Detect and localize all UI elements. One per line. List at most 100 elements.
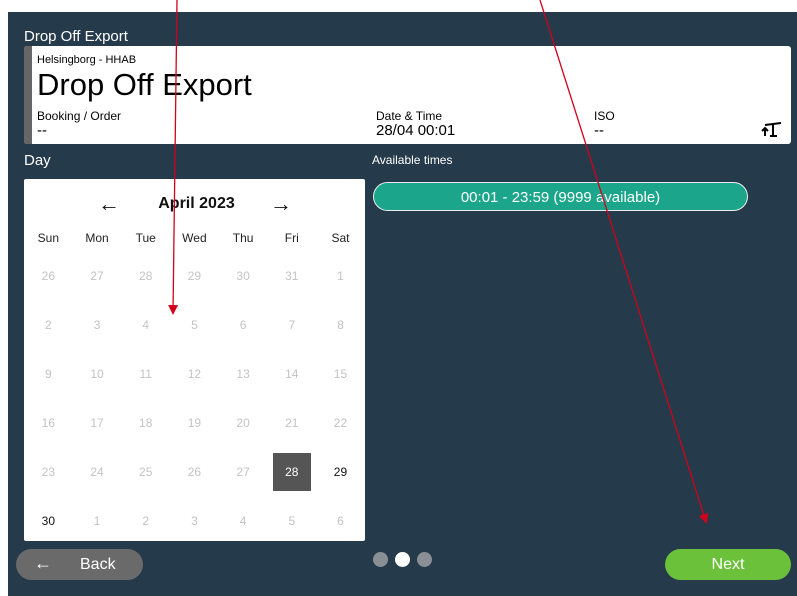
- next-button[interactable]: Next: [665, 549, 791, 580]
- calendar-day: 22: [316, 398, 365, 447]
- calendar-day-number: 25: [139, 464, 153, 479]
- calendar-day-number: 30: [236, 268, 250, 283]
- calendar-day-number: 26: [41, 268, 56, 283]
- next-month-button[interactable]: →: [266, 189, 296, 219]
- time-slot-button[interactable]: 00:01 - 23:59 (9999 available): [373, 182, 748, 211]
- calendar-day-number: 22: [333, 415, 348, 430]
- calendar-day-number: 4: [239, 513, 247, 528]
- available-times-label: Available times: [372, 153, 453, 167]
- calendar-day: 7: [267, 300, 316, 349]
- booking-label: Booking / Order: [37, 109, 122, 123]
- calendar-day[interactable]: 30: [24, 496, 73, 545]
- calendar-day-number: 15: [333, 366, 348, 381]
- booking-header-card: Helsingborg - HHAB Drop Off Export Booki…: [24, 46, 791, 144]
- calendar-day-number: 7: [288, 317, 296, 332]
- calendar-day: 17: [73, 398, 122, 447]
- page-title: Drop Off Export: [24, 28, 128, 45]
- calendar-day-number: 8: [337, 317, 344, 332]
- calendar-day-number: 19: [187, 415, 202, 430]
- calendar-day: 18: [121, 398, 170, 447]
- iso-field: ISO --: [594, 110, 615, 139]
- calendar-day-number: 12: [187, 366, 202, 381]
- booking-field: Booking / Order --: [37, 110, 121, 139]
- calendar-day[interactable]: 29: [316, 447, 365, 496]
- calendar-day-number: 14: [285, 366, 299, 381]
- calendar-day: 2: [121, 496, 170, 545]
- calendar-day: 5: [170, 300, 219, 349]
- step-dot-active: [395, 552, 410, 567]
- calendar-day-number: 13: [236, 366, 250, 381]
- calendar-day: 24: [73, 447, 122, 496]
- calendar-day: 12: [170, 349, 219, 398]
- calendar-day: 30: [219, 251, 268, 300]
- calendar-day: 26: [24, 251, 73, 300]
- calendar-day-number: 5: [191, 317, 198, 332]
- calendar-day-number: 29: [187, 268, 202, 283]
- calendar-day-number: 10: [90, 366, 104, 381]
- header-accent-bar: [24, 46, 32, 144]
- calendar-day-number: 11: [139, 366, 152, 381]
- calendar-day: 21: [267, 398, 316, 447]
- calendar-day-number: 23: [41, 464, 56, 479]
- step-dot: [417, 552, 432, 567]
- calendar-day-number: 26: [187, 464, 202, 479]
- calendar-day-number: 21: [285, 415, 299, 430]
- calendar-day: 23: [24, 447, 73, 496]
- calendar-day-number: 3: [191, 513, 198, 528]
- calendar-day-number: 30: [41, 513, 56, 528]
- calendar-day-number: 20: [236, 415, 250, 430]
- calendar-day-number: 2: [45, 317, 52, 332]
- calendar-day-number: 1: [93, 513, 101, 528]
- weekday-header-row: Sun Mon Tue Wed Thu Fri Sat: [24, 231, 365, 245]
- calendar-day-number: 6: [239, 317, 247, 332]
- calendar-day: 13: [219, 349, 268, 398]
- calendar-day-number: 17: [90, 415, 104, 430]
- calendar-day: 8: [316, 300, 365, 349]
- calendar-day: 1: [316, 251, 365, 300]
- calendar-day: 16: [24, 398, 73, 447]
- calendar-day-number: 16: [41, 415, 56, 430]
- calendar-day-number: 27: [236, 464, 250, 479]
- calendar-day-grid: 26 27 28 29 30 31 1 2 3 4 5 6 7 8 9 10 11 12 13 14 15 16 17 18 1…: [24, 251, 365, 545]
- day-section-label: Day: [24, 152, 51, 169]
- datetime-value: 28/04 00:01: [376, 122, 456, 139]
- calendar-day-number: 28: [272, 452, 311, 491]
- calendar-day: 9: [24, 349, 73, 398]
- calendar-day: 19: [170, 398, 219, 447]
- calendar-day: 27: [73, 251, 122, 300]
- calendar-day-number: 18: [139, 415, 153, 430]
- back-arrow-icon: ←: [34, 553, 52, 573]
- date-picker-calendar: ← April 2023 → Sun Mon Tue Wed Thu Fri S…: [24, 179, 365, 541]
- back-button[interactable]: ← Back: [16, 549, 143, 580]
- calendar-day: 20: [219, 398, 268, 447]
- calendar-day-number: 29: [333, 464, 348, 479]
- calendar-day: 2: [24, 300, 73, 349]
- step-dot: [373, 552, 388, 567]
- back-button-label: Back: [80, 556, 116, 573]
- terminal-name: Helsingborg - HHAB: [37, 54, 137, 66]
- calendar-day: 6: [219, 300, 268, 349]
- calendar-day-number: 5: [288, 513, 296, 528]
- calendar-day: 4: [219, 496, 268, 545]
- calendar-nav: ← April 2023 →: [24, 189, 365, 219]
- calendar-day-number: 24: [90, 464, 104, 479]
- calendar-day-number: 2: [142, 513, 150, 528]
- calendar-day-number: 3: [93, 317, 101, 332]
- calendar-day: 15: [316, 349, 365, 398]
- calendar-day-number: 28: [139, 268, 153, 283]
- booking-value: --: [37, 122, 47, 139]
- weekday-label: Mon: [85, 231, 109, 245]
- calendar-day: 10: [73, 349, 122, 398]
- datetime-field: Date & Time 28/04 00:01: [376, 110, 455, 139]
- calendar-day: 14: [267, 349, 316, 398]
- weekday-label: Fri: [284, 231, 299, 245]
- calendar-day-selected[interactable]: 28: [267, 447, 316, 496]
- calendar-day-number: 9: [45, 366, 52, 381]
- calendar-day: 28: [121, 251, 170, 300]
- weekday-label: Wed: [182, 231, 207, 245]
- previous-month-button[interactable]: ←: [94, 189, 124, 219]
- calendar-day: 29: [170, 251, 219, 300]
- calendar-day: 3: [73, 300, 122, 349]
- calendar-day-number: 1: [337, 268, 344, 283]
- weekday-label: Sun: [37, 231, 60, 245]
